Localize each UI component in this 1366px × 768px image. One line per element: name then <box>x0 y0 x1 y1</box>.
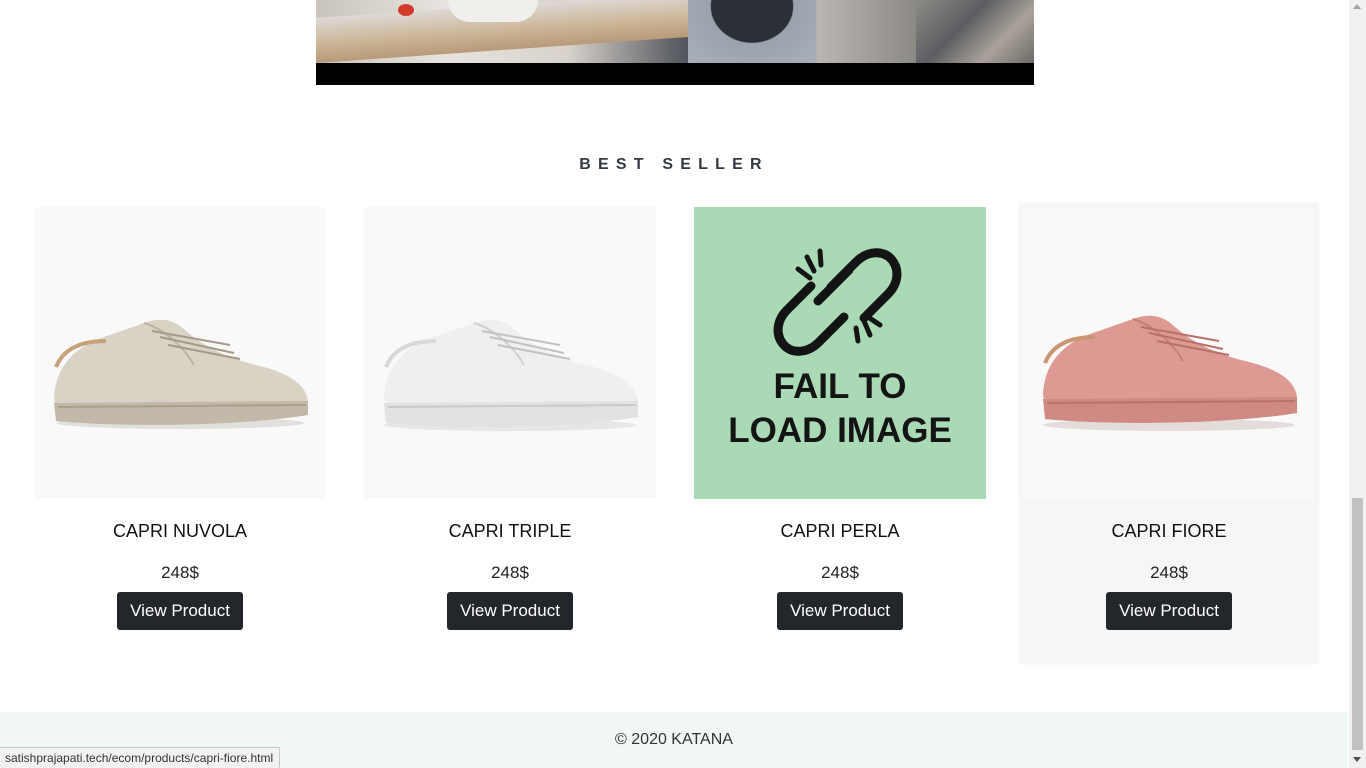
video-frame <box>316 0 1034 64</box>
product-price: 248$ <box>161 563 199 582</box>
product-name: CAPRI TRIPLE <box>448 521 572 541</box>
view-product-button[interactable]: View Product <box>117 592 243 630</box>
video-scene-person <box>688 0 816 63</box>
product-card-capri-perla[interactable]: FAIL TO LOAD IMAGE CAPRI PERLA 248$ View… <box>694 207 986 630</box>
video-scene-object <box>448 0 538 22</box>
video-scene-shelf <box>916 0 1034 63</box>
video-scene-object-red <box>398 4 414 16</box>
product-video[interactable] <box>316 0 1034 85</box>
shoe-icon <box>1043 315 1297 431</box>
view-product-button[interactable]: View Product <box>447 592 573 630</box>
product-price: 248$ <box>1150 563 1188 582</box>
scrollbar-thumb[interactable] <box>1352 498 1363 750</box>
section-title: BEST SELLER <box>579 156 769 173</box>
product-name: CAPRI FIORE <box>1111 521 1227 541</box>
product-image[interactable] <box>364 207 656 499</box>
product-image[interactable] <box>1023 207 1315 499</box>
view-product-button[interactable]: View Product <box>1106 592 1232 630</box>
product-price: 248$ <box>821 563 859 582</box>
scroll-down-icon[interactable] <box>1353 757 1361 762</box>
scrollbar[interactable] <box>1349 0 1366 768</box>
product-image[interactable] <box>34 207 326 499</box>
broken-link-icon <box>773 248 902 356</box>
shoe-icon <box>54 319 308 429</box>
product-name: CAPRI NUVOLA <box>112 521 248 541</box>
view-product-button[interactable]: View Product <box>777 592 903 630</box>
product-name: CAPRI PERLA <box>780 521 900 541</box>
scroll-up-icon[interactable] <box>1353 4 1361 9</box>
shoe-icon <box>384 319 638 431</box>
fail-to-load-text: LOAD IMAGE <box>728 411 952 450</box>
status-bar-url: satishprajapati.tech/ecom/products/capri… <box>0 747 281 768</box>
product-card-capri-nuvola[interactable]: CAPRI NUVOLA 248$ View Product <box>34 207 326 630</box>
product-card-capri-fiore[interactable]: CAPRI FIORE 248$ View Product <box>1019 203 1319 664</box>
product-price: 248$ <box>491 563 529 582</box>
product-card-capri-triple[interactable]: CAPRI TRIPLE 248$ View Product <box>364 207 656 630</box>
fail-to-load-text: FAIL TO <box>773 367 907 406</box>
product-image-placeholder[interactable]: FAIL TO LOAD IMAGE <box>694 207 986 499</box>
